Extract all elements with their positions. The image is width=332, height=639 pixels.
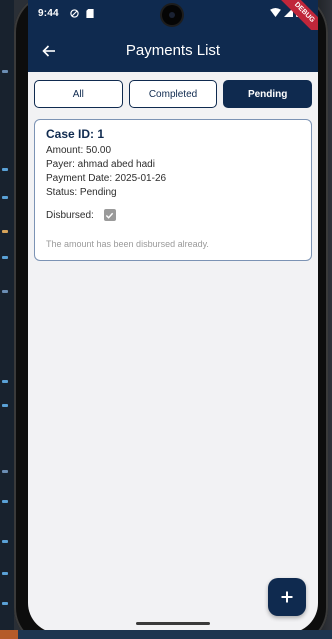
- sim-card-icon: [85, 9, 94, 19]
- disbursed-checkbox[interactable]: [103, 209, 116, 221]
- case-id-title: Case ID: 1: [46, 127, 105, 141]
- checkmark-icon: [106, 212, 114, 219]
- front-camera: [162, 5, 182, 25]
- amount-text: Amount: 50.00: [46, 145, 112, 156]
- disbursed-label: Disbursed:: [46, 209, 94, 221]
- host-bottom-accent: [0, 630, 18, 639]
- tab-pending[interactable]: Pending: [223, 80, 313, 108]
- disbursed-note: The amount has been disbursed already.: [46, 239, 209, 249]
- filter-tabs: All Completed Pending: [34, 80, 313, 108]
- payer-text: Payer: ahmad abed hadi: [46, 159, 155, 170]
- status-bar: 9:44 DEBUG: [28, 0, 318, 44]
- dnd-icon: [70, 9, 79, 18]
- host-bottom-bar: [0, 630, 332, 639]
- add-payment-button[interactable]: [268, 578, 306, 616]
- background-editor-strip: [0, 0, 14, 639]
- app-screen: 9:44 DEBUG Payments List All Completed P…: [28, 0, 318, 633]
- device-stage: 9:44 DEBUG Payments List All Completed P…: [0, 0, 332, 639]
- wifi-icon: [270, 7, 281, 17]
- status-text: Status: Pending: [46, 187, 117, 198]
- disbursed-row: Disbursed:: [46, 209, 116, 221]
- app-bar: Payments List: [28, 30, 318, 72]
- status-time: 9:44: [38, 8, 59, 19]
- payment-card[interactable]: Case ID: 1 Amount: 50.00 Payer: ahmad ab…: [34, 119, 312, 261]
- status-left-icons: [70, 8, 94, 19]
- page-title: Payments List: [125, 42, 221, 59]
- tab-completed[interactable]: Completed: [128, 80, 218, 108]
- tab-all[interactable]: All: [34, 80, 123, 108]
- home-indicator[interactable]: [136, 622, 210, 625]
- payment-date-text: Payment Date: 2025-01-26: [46, 173, 167, 184]
- plus-icon: [281, 591, 293, 603]
